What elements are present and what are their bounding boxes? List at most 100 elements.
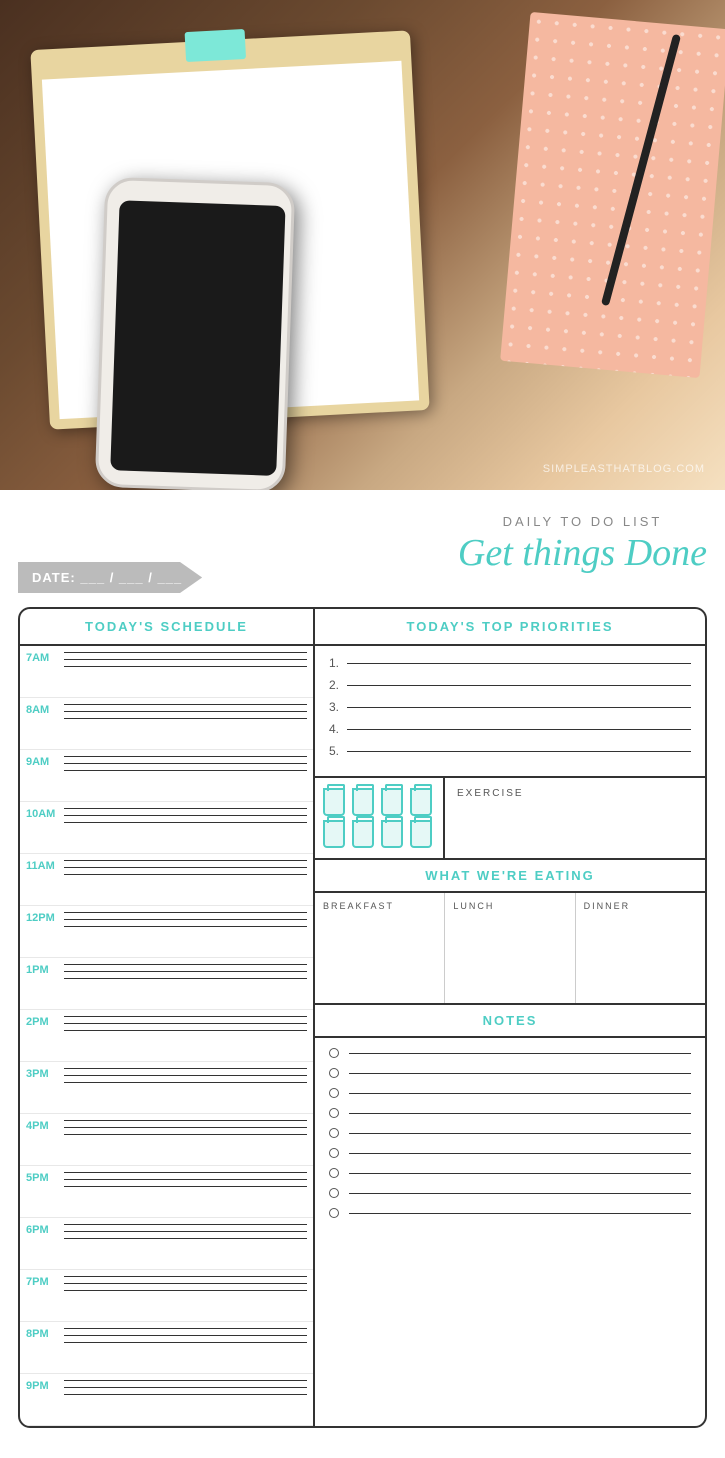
note-circle (329, 1128, 339, 1138)
line (64, 1290, 307, 1291)
water-cup[interactable] (410, 820, 432, 848)
time-lines (64, 960, 307, 979)
schedule-body: 7AM 8AM 9AM 10AM 11AM (20, 646, 313, 1426)
header-row: DATE: ___ / ___ / ___ DAILY TO DO LIST G… (18, 510, 707, 593)
line (64, 874, 307, 875)
priorities-section: TODAY'S TOP PRIORITIES 1. 2. 3. 4. 5. (315, 609, 705, 778)
meal-column: DINNER (576, 893, 705, 1003)
line (64, 718, 307, 719)
priority-line (347, 663, 691, 664)
water-cups (323, 788, 435, 848)
line (64, 763, 307, 764)
meal-column: LUNCH (445, 893, 575, 1003)
water-cup[interactable] (323, 788, 345, 816)
time-slot: 11AM (20, 854, 313, 906)
line (64, 1127, 307, 1128)
time-label: 7AM (26, 648, 64, 664)
water-cup[interactable] (352, 788, 374, 816)
line (64, 1179, 307, 1180)
line (64, 1023, 307, 1024)
time-lines (64, 700, 307, 719)
time-slot: 2PM (20, 1010, 313, 1062)
line (64, 1120, 307, 1121)
time-label: 9AM (26, 752, 64, 768)
time-lines (64, 1012, 307, 1031)
note-line (349, 1173, 691, 1174)
line (64, 1224, 307, 1225)
line (64, 1276, 307, 1277)
note-line (349, 1213, 691, 1214)
water-cup[interactable] (381, 820, 403, 848)
photo-section: SIMPLEASTHATBLOG.COM (0, 0, 725, 490)
water-cup[interactable] (410, 788, 432, 816)
note-line (349, 1073, 691, 1074)
line (64, 860, 307, 861)
line (64, 1082, 307, 1083)
time-slot: 8AM (20, 698, 313, 750)
time-slot: 6PM (20, 1218, 313, 1270)
note-circle (329, 1108, 339, 1118)
priorities-header: TODAY'S TOP PRIORITIES (315, 609, 705, 646)
priority-item: 2. (329, 678, 691, 692)
time-lines (64, 752, 307, 771)
date-blanks: ___ / ___ / ___ (80, 570, 182, 585)
phone (95, 177, 296, 490)
line (64, 926, 307, 927)
note-item (329, 1068, 691, 1078)
note-item (329, 1188, 691, 1198)
time-lines (64, 648, 307, 667)
clipboard-clip (185, 29, 246, 62)
notes-section: NOTES (315, 1005, 705, 1238)
notes-header: NOTES (315, 1005, 705, 1038)
line (64, 912, 307, 913)
line (64, 1231, 307, 1232)
priority-item: 3. (329, 700, 691, 714)
planner-section: DATE: ___ / ___ / ___ DAILY TO DO LIST G… (0, 490, 725, 1458)
note-item (329, 1168, 691, 1178)
priority-line (347, 751, 691, 752)
note-line (349, 1133, 691, 1134)
note-item (329, 1148, 691, 1158)
note-circle (329, 1068, 339, 1078)
time-lines (64, 1064, 307, 1083)
time-lines (64, 856, 307, 875)
line (64, 1030, 307, 1031)
note-item (329, 1088, 691, 1098)
line (64, 815, 307, 816)
exercise-section: EXERCISE (445, 778, 705, 858)
meal-label: DINNER (584, 901, 697, 911)
line (64, 1328, 307, 1329)
line (64, 822, 307, 823)
priority-number: 4. (329, 722, 347, 736)
priority-item: 5. (329, 744, 691, 758)
time-label: 8PM (26, 1324, 64, 1340)
main-title: Get things Done (458, 531, 707, 575)
polka-dot-pattern (500, 12, 725, 378)
line (64, 1134, 307, 1135)
time-slot: 5PM (20, 1166, 313, 1218)
time-label: 12PM (26, 908, 64, 924)
line (64, 666, 307, 667)
time-lines (64, 1168, 307, 1187)
time-slot: 7PM (20, 1270, 313, 1322)
notes-body (315, 1038, 705, 1238)
line (64, 1186, 307, 1187)
line (64, 1380, 307, 1381)
date-banner: DATE: ___ / ___ / ___ (18, 562, 202, 593)
time-slot: 10AM (20, 802, 313, 854)
time-slot: 4PM (20, 1114, 313, 1166)
line (64, 867, 307, 868)
right-column: TODAY'S TOP PRIORITIES 1. 2. 3. 4. 5. (315, 609, 705, 1426)
line (64, 756, 307, 757)
water-cup[interactable] (381, 788, 403, 816)
line (64, 711, 307, 712)
time-label: 6PM (26, 1220, 64, 1236)
priority-line (347, 707, 691, 708)
line (64, 1387, 307, 1388)
time-lines (64, 804, 307, 823)
water-cup[interactable] (323, 820, 345, 848)
line (64, 659, 307, 660)
note-circle (329, 1048, 339, 1058)
water-cup[interactable] (352, 820, 374, 848)
time-label: 8AM (26, 700, 64, 716)
